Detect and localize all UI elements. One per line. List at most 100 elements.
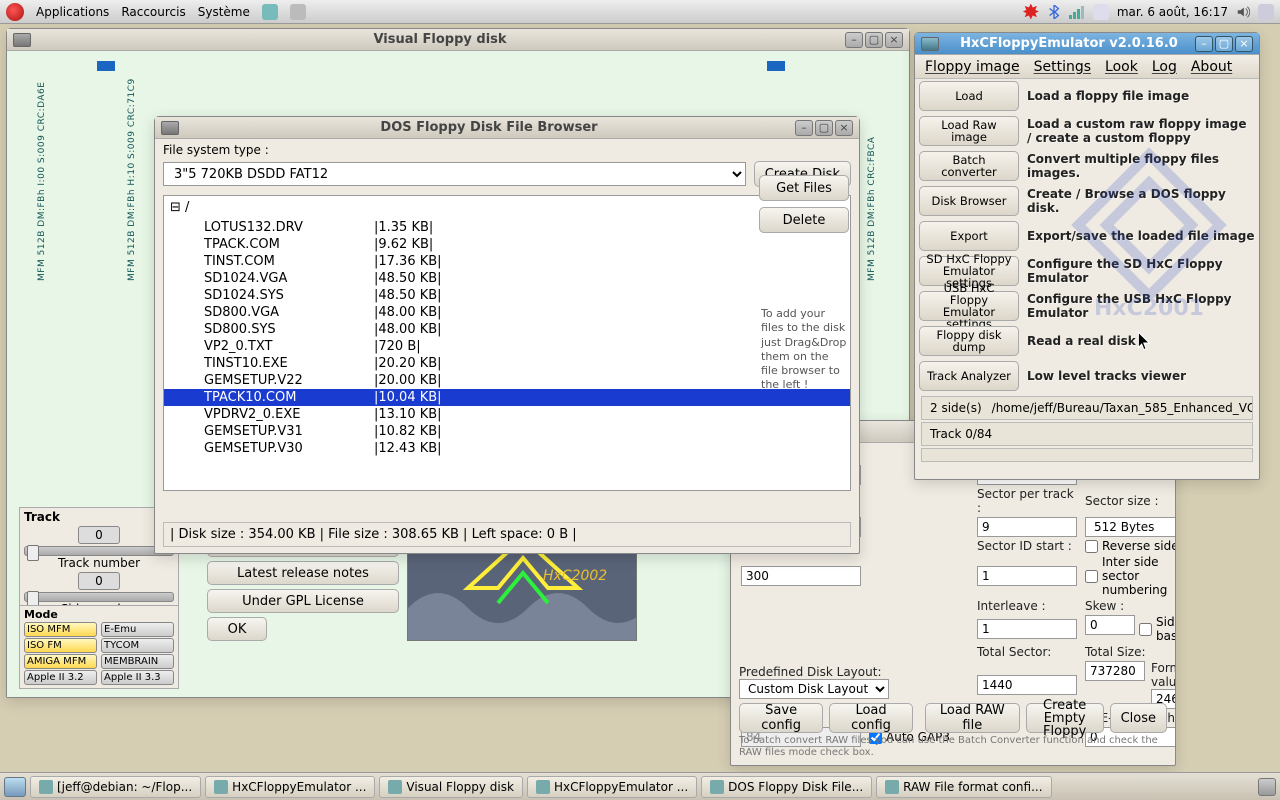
window-menu-icon[interactable] <box>921 37 939 51</box>
emu-button-0[interactable]: Load <box>919 81 1019 111</box>
save-config-button[interactable]: Save config <box>739 703 823 733</box>
mode-toggle[interactable]: ISO FM <box>24 638 97 653</box>
emu-menubar: Floppy image Settings Look Log About <box>915 55 1259 79</box>
titlebar-vfd[interactable]: Visual Floppy disk – ▢ × <box>7 29 909 51</box>
tray-button[interactable] <box>1258 778 1276 796</box>
predef-layout-select[interactable]: Custom Disk Layout <box>739 679 889 699</box>
file-row[interactable]: GEMSETUP.V30|12.43 KB| <box>164 440 850 457</box>
file-row[interactable]: TPACK.COM|9.62 KB| <box>164 236 850 253</box>
menu-raccourcis[interactable]: Raccourcis <box>121 5 185 19</box>
menu-applications[interactable]: Applications <box>36 5 109 19</box>
mode-toggle[interactable]: AMIGA MFM <box>24 654 97 669</box>
get-files-button[interactable]: Get Files <box>759 175 849 201</box>
emu-button-6[interactable]: USB HxC Floppy Emulator settings <box>919 291 1019 321</box>
file-row[interactable]: LOTUS132.DRV|1.35 KB| <box>164 219 850 236</box>
delete-button[interactable]: Delete <box>759 207 849 233</box>
title-emu: HxCFloppyEmulator v2.0.16.0 <box>945 36 1193 51</box>
minimize-button[interactable]: – <box>1195 36 1213 52</box>
emu-button-7[interactable]: Floppy disk dump <box>919 326 1019 356</box>
link-button-2[interactable]: Latest release notes <box>207 561 399 585</box>
sector-id-input[interactable] <box>977 566 1077 586</box>
rpm-input[interactable] <box>741 566 861 586</box>
titlebar-dos[interactable]: DOS Floppy Disk File Browser – ▢ × <box>155 117 859 139</box>
tray-icon[interactable] <box>1258 4 1274 20</box>
link-button-3[interactable]: Under GPL License <box>207 589 399 613</box>
file-tree[interactable]: ⊟ / LOTUS132.DRV|1.35 KB|TPACK.COM|9.62 … <box>163 195 851 491</box>
emu-button-4[interactable]: Export <box>919 221 1019 251</box>
mode-toggle[interactable]: Apple II 3.2 <box>24 670 97 685</box>
maximize-button[interactable]: ▢ <box>1215 36 1233 52</box>
mode-toggle[interactable]: E-Emu <box>101 622 174 637</box>
maximize-button[interactable]: ▢ <box>865 32 883 48</box>
close-button[interactable]: × <box>835 120 853 136</box>
drop-hint: To add your files to the disk just Drag&… <box>759 305 849 395</box>
skew-input[interactable] <box>1085 615 1135 635</box>
file-row[interactable]: GEMSETUP.V31|10.82 KB| <box>164 423 850 440</box>
network-signal-icon[interactable] <box>1069 5 1085 19</box>
load-raw-file-button[interactable]: Load RAW file <box>925 703 1020 733</box>
track-number-slider[interactable] <box>24 546 174 556</box>
file-row[interactable]: GEMSETUP.V22|20.00 KB| <box>164 372 850 389</box>
taskbar-task[interactable]: HxCFloppyEmulator ... <box>205 776 375 798</box>
file-row[interactable]: TINST10.EXE|20.20 KB| <box>164 355 850 372</box>
menu-floppy-image[interactable]: Floppy image <box>925 59 1020 75</box>
file-row[interactable]: SD1024.VGA|48.50 KB| <box>164 270 850 287</box>
file-row[interactable]: TPACK10.COM|10.04 KB| <box>164 389 850 406</box>
menu-about[interactable]: About <box>1191 59 1232 75</box>
show-desktop-button[interactable] <box>4 777 26 797</box>
fs-type-select[interactable]: 3"5 720KB DSDD FAT12 <box>163 162 746 186</box>
maximize-button[interactable]: ▢ <box>815 120 833 136</box>
file-row[interactable]: TINST.COM|17.36 KB| <box>164 253 850 270</box>
file-row[interactable]: SD800.SYS|48.00 KB| <box>164 321 850 338</box>
window-menu-icon[interactable] <box>13 33 31 47</box>
menu-settings[interactable]: Settings <box>1034 59 1091 75</box>
side-based-checkbox[interactable]: Side based <box>1139 615 1175 643</box>
minimize-button[interactable]: – <box>845 32 863 48</box>
spt-input[interactable] <box>977 517 1077 537</box>
file-row[interactable]: VP2_0.TXT|720 B| <box>164 338 850 355</box>
taskbar-task[interactable]: Visual Floppy disk <box>379 776 523 798</box>
volume-icon[interactable] <box>1236 5 1250 19</box>
mode-toggle[interactable]: MEMBRAIN <box>101 654 174 669</box>
window-menu-icon[interactable] <box>161 121 179 135</box>
emu-desc: Load a floppy file image <box>1023 87 1259 105</box>
emu-button-2[interactable]: Batch converter <box>919 151 1019 181</box>
sector-size-select[interactable]: 512 Bytes <box>1085 517 1175 537</box>
mode-toggle[interactable]: TYCOM <box>101 638 174 653</box>
panel-launcher-icon-2[interactable] <box>290 4 306 20</box>
emu-button-8[interactable]: Track Analyzer <box>919 361 1019 391</box>
link-button-4[interactable]: OK <box>207 617 267 641</box>
panel-launcher-icon[interactable] <box>262 4 278 20</box>
file-row[interactable]: VPDRV2_0.EXE|13.10 KB| <box>164 406 850 423</box>
file-row[interactable]: SD800.VGA|48.00 KB| <box>164 304 850 321</box>
bluetooth-icon[interactable] <box>1047 5 1061 19</box>
interleave-input[interactable] <box>977 619 1077 639</box>
taskbar-task[interactable]: RAW File format confi... <box>876 776 1051 798</box>
close-button[interactable]: × <box>885 32 903 48</box>
side-number-slider[interactable] <box>24 592 174 602</box>
taskbar-task[interactable]: HxCFloppyEmulator ... <box>527 776 697 798</box>
titlebar-emu[interactable]: HxCFloppyEmulator v2.0.16.0 – ▢ × <box>915 33 1259 55</box>
emu-button-3[interactable]: Disk Browser <box>919 186 1019 216</box>
close-button[interactable]: Close <box>1110 703 1167 733</box>
mode-toggle[interactable]: Apple II 3.3 <box>101 670 174 685</box>
emu-desc: Configure the USB HxC Floppy Emulator <box>1023 290 1259 322</box>
disk-status-bar: | Disk size : 354.00 KB | File size : 30… <box>163 522 851 547</box>
mode-toggle[interactable]: ISO MFM <box>24 622 97 637</box>
reverse-side-checkbox[interactable]: Reverse side <box>1085 539 1175 553</box>
inter-side-checkbox[interactable]: Inter side sector numbering <box>1085 555 1175 597</box>
emu-button-1[interactable]: Load Raw image <box>919 116 1019 146</box>
close-button[interactable]: × <box>1235 36 1253 52</box>
update-notifier-icon[interactable] <box>1023 4 1039 20</box>
taskbar-task[interactable]: [jeff@debian: ~/Flop... <box>30 776 201 798</box>
file-row[interactable]: SD1024.SYS|48.50 KB| <box>164 287 850 304</box>
clock-label[interactable]: mar. 6 août, 16:17 <box>1117 5 1228 19</box>
minimize-button[interactable]: – <box>795 120 813 136</box>
menu-log[interactable]: Log <box>1152 59 1177 75</box>
taskbar-task[interactable]: DOS Floppy Disk File... <box>701 776 872 798</box>
create-empty-floppy-button[interactable]: Create Empty Floppy <box>1026 703 1104 733</box>
menu-systeme[interactable]: Système <box>198 5 250 19</box>
load-config-button[interactable]: Load config <box>829 703 913 733</box>
menu-look[interactable]: Look <box>1105 59 1138 75</box>
battery-icon[interactable] <box>1093 4 1109 20</box>
